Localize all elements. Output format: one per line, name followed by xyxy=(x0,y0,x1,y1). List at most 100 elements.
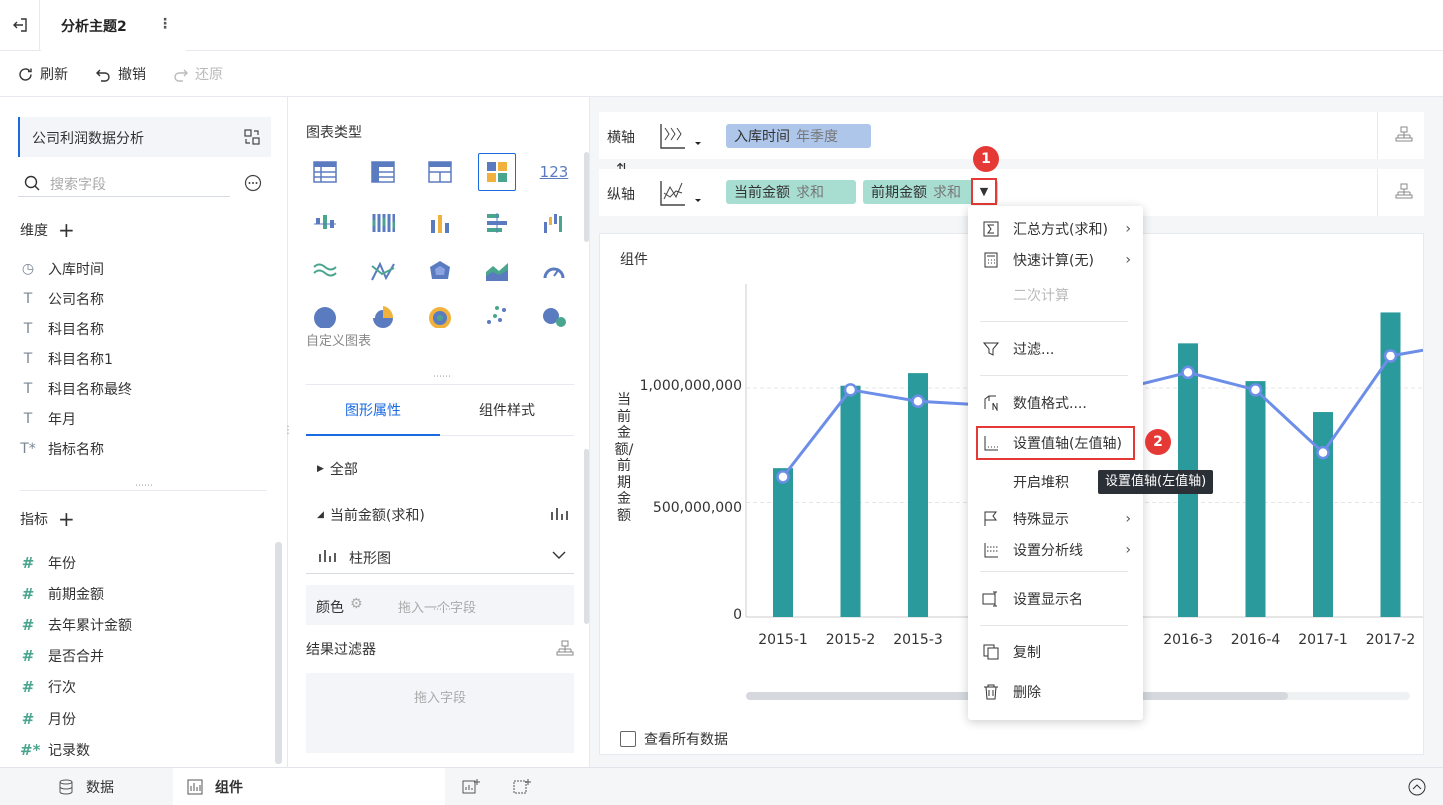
collapse-icon[interactable] xyxy=(1406,776,1428,798)
x-field-name: 入库时间 xyxy=(734,129,790,145)
flag-icon xyxy=(968,511,1013,527)
chart-config-panel: 图表类型 123 自定义图表 ⋯⋯ 图形属性 组件样式 ▶ 全部 ◢ 当前金额(求和… xyxy=(289,97,590,767)
tab-graphic-properties[interactable]: 图形属性 xyxy=(306,400,440,436)
dataset-selector[interactable]: 公司利润数据分析 xyxy=(18,117,271,157)
custom-chart-link[interactable]: 自定义图表 xyxy=(306,330,371,349)
field-dropdown-button[interactable]: ▼ xyxy=(971,178,997,205)
drill-icon[interactable] xyxy=(555,639,575,657)
resize-handle[interactable]: ⋯⋯ xyxy=(433,372,451,382)
grouped-table-icon[interactable] xyxy=(421,153,459,191)
measure-item[interactable]: #* 记录数 xyxy=(20,737,90,763)
chevron-right-icon: › xyxy=(1125,252,1131,268)
box-plot-icon[interactable] xyxy=(306,204,344,242)
chevron-right-icon: › xyxy=(1125,511,1131,527)
tab-component[interactable]: 组件 xyxy=(173,768,445,805)
drill-icon[interactable] xyxy=(1395,126,1413,142)
refresh-button[interactable]: 刷新 xyxy=(17,64,68,84)
caret-down-icon: ◢ xyxy=(317,510,324,520)
menu-item-number-format[interactable]: 数值格式.... xyxy=(968,388,1143,418)
add-widget-icon[interactable] xyxy=(511,776,533,798)
more-options-icon[interactable] xyxy=(243,173,263,193)
chart-bar xyxy=(908,373,928,617)
gauge-chart-icon[interactable] xyxy=(535,252,573,290)
measure-label: 前期金额 xyxy=(48,587,104,603)
table-chart-icon[interactable] xyxy=(306,153,344,191)
pie-chart-icon[interactable] xyxy=(306,302,344,330)
bar-chart-icon[interactable] xyxy=(478,204,516,242)
measure-item[interactable]: # 行次 xyxy=(20,674,76,700)
scrollbar[interactable] xyxy=(584,152,589,242)
resize-handle[interactable]: ⋯⋯ xyxy=(135,481,153,491)
switch-dataset-icon[interactable] xyxy=(242,127,262,147)
scrollbar[interactable] xyxy=(584,449,589,624)
rose-chart-icon[interactable] xyxy=(364,302,402,330)
menu-item-value-axis[interactable]: 设置值轴(左值轴) xyxy=(968,428,1143,458)
menu-item-analysis-line[interactable]: 设置分析线 › xyxy=(968,535,1143,565)
dimension-item[interactable]: T 年月 xyxy=(20,406,76,432)
chart-point xyxy=(911,394,925,409)
area-wave-icon[interactable] xyxy=(306,252,344,290)
kpi-number-icon[interactable]: 123 xyxy=(535,153,573,191)
menu-item-summary[interactable]: 汇总方式(求和) › xyxy=(968,214,1143,244)
waterfall-chart-icon[interactable] xyxy=(535,204,573,242)
add-dimension-icon[interactable]: + xyxy=(58,220,75,240)
undo-button[interactable]: 撤销 xyxy=(95,64,146,84)
more-vertical-icon[interactable]: ⋮ xyxy=(157,14,173,34)
all-section-toggle[interactable]: ▶ 全部 xyxy=(317,459,358,479)
stacked-bar-icon[interactable] xyxy=(364,204,402,242)
dimension-label: 公司名称 xyxy=(48,292,104,308)
add-measure-icon[interactable]: + xyxy=(58,509,75,529)
radar-chart-icon[interactable] xyxy=(421,252,459,290)
multi-pie-icon[interactable] xyxy=(421,302,459,330)
scatter-chart-icon[interactable] xyxy=(478,302,516,330)
tab-data[interactable]: 数据 xyxy=(0,768,173,805)
menu-item-quick-calc[interactable]: 快速计算(无) › xyxy=(968,245,1143,275)
dimension-item[interactable]: T 科目名称1 xyxy=(20,346,113,372)
dimension-item[interactable]: T 科目名称 xyxy=(20,316,104,342)
scrollbar[interactable] xyxy=(275,542,282,764)
view-all-checkbox[interactable]: 查看所有数据 xyxy=(620,729,728,749)
axis-type-icon[interactable] xyxy=(659,179,703,207)
measure-item[interactable]: # 去年累计金额 xyxy=(20,612,132,638)
resize-handle[interactable]: ⋯⋯ xyxy=(433,605,451,615)
measure-item[interactable]: # 前期金额 xyxy=(20,581,104,607)
drill-icon[interactable] xyxy=(1395,183,1413,199)
dimension-item[interactable]: T* 指标名称 xyxy=(20,436,104,462)
chart-kind-select[interactable]: 柱形图 xyxy=(306,542,574,574)
filter-icon xyxy=(968,341,1013,357)
area-chart-icon[interactable] xyxy=(478,252,516,290)
measure-item[interactable]: # 是否合并 xyxy=(20,643,104,669)
line-chart-icon[interactable] xyxy=(364,252,402,290)
menu-item-delete[interactable]: 删除 xyxy=(968,677,1143,707)
measure-item[interactable]: # 年份 xyxy=(20,550,76,576)
axis-type-icon[interactable] xyxy=(659,122,703,150)
dimension-item[interactable]: ◷ 入库时间 xyxy=(20,256,104,282)
menu-item-display-name[interactable]: 设置显示名 xyxy=(968,584,1143,614)
redo-icon xyxy=(172,66,189,83)
crosstab-chart-icon[interactable] xyxy=(364,153,402,191)
number-type-icon: # xyxy=(21,710,35,728)
measure-item[interactable]: # 月份 xyxy=(20,706,76,732)
add-chart-icon[interactable] xyxy=(460,776,482,798)
menu-item-copy[interactable]: 复制 xyxy=(968,637,1143,667)
menu-item-filter[interactable]: 过滤... xyxy=(968,334,1143,364)
bar-type-icon[interactable] xyxy=(549,505,569,523)
tab-component-style[interactable]: 组件样式 xyxy=(440,400,574,436)
auto-chart-icon[interactable] xyxy=(478,153,516,191)
dimension-item[interactable]: T 科目名称最终 xyxy=(20,376,132,402)
y-field-agg: 求和 xyxy=(933,185,961,201)
x-field-pill[interactable]: 入库时间 年季度 xyxy=(726,124,871,148)
dimension-item[interactable]: T 公司名称 xyxy=(20,286,104,312)
page-title[interactable]: 分析主题2 xyxy=(61,16,127,36)
y-field-pill-1[interactable]: 当前金额 求和 xyxy=(726,180,856,204)
column-chart-icon[interactable] xyxy=(421,204,459,242)
bubble-chart-icon[interactable] xyxy=(535,302,573,330)
measure-label: 去年累计金额 xyxy=(48,618,132,634)
result-filter-drop-zone[interactable]: 拖入字段 xyxy=(306,673,574,753)
series-section-toggle[interactable]: ◢ 当前金额(求和) xyxy=(317,505,425,525)
exit-icon[interactable] xyxy=(0,0,40,50)
x-axis-shelf: 横轴 入库时间 年季度 xyxy=(599,112,1424,159)
search-field[interactable]: 搜索字段 xyxy=(18,169,230,197)
redo-button[interactable]: 还原 xyxy=(172,64,223,84)
menu-item-special-display[interactable]: 特殊显示 › xyxy=(968,504,1143,534)
